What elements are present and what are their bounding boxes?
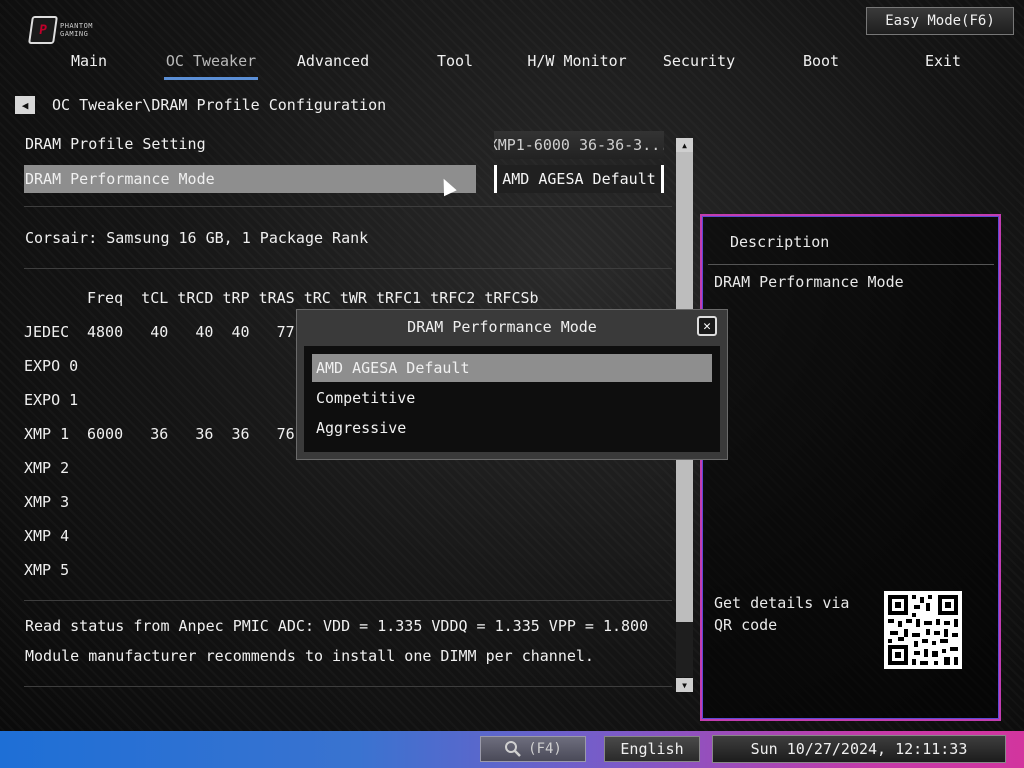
language-button[interactable]: English — [604, 736, 700, 762]
dialog-title: DRAM Performance Mode — [407, 318, 597, 336]
dram-performance-mode-value[interactable]: AMD AGESA Default — [494, 165, 664, 193]
dimm-recommendation: Module manufacturer recommends to instal… — [25, 647, 594, 665]
timing-row-name: JEDEC — [24, 323, 70, 341]
tab-tool[interactable]: Tool — [394, 50, 516, 82]
logo-mark-icon: P — [28, 16, 58, 44]
timing-row-name: XMP 2 — [24, 459, 70, 477]
search-icon — [505, 741, 522, 757]
tab-security[interactable]: Security — [638, 50, 760, 82]
setting-label-dram-profile[interactable]: DRAM Profile Setting — [25, 134, 206, 154]
timing-row-name: EXPO 0 — [24, 357, 79, 375]
description-title: Description — [730, 233, 830, 251]
divider — [24, 268, 672, 269]
close-icon[interactable]: ✕ — [697, 316, 717, 336]
tab-hw-monitor[interactable]: H/W Monitor — [516, 50, 638, 82]
search-shortcut-label: (F4) — [528, 741, 562, 757]
search-button[interactable]: (F4) — [480, 736, 586, 762]
option-competitive[interactable]: Competitive — [312, 384, 712, 412]
setting-label-dram-performance-mode[interactable]: DRAM Performance Mode — [25, 169, 215, 189]
timing-row-name: XMP 4 — [24, 527, 70, 545]
scroll-down-icon[interactable]: ▼ — [676, 678, 693, 692]
dimm-info: Corsair: Samsung 16 GB, 1 Package Rank — [25, 229, 369, 247]
logo-line1: PHANTOM — [60, 22, 94, 30]
timing-row-name: XMP 3 — [24, 493, 70, 511]
tab-exit[interactable]: Exit — [882, 50, 1004, 82]
breadcrumb: OC Tweaker\DRAM Profile Configuration — [52, 96, 387, 114]
qr-code-icon — [884, 591, 962, 669]
divider — [24, 206, 672, 207]
divider — [24, 686, 672, 687]
dram-profile-value[interactable]: XMP1-6000 36-36-3... — [494, 131, 664, 159]
pmic-status: Read status from Anpec PMIC ADC: VDD = 1… — [25, 617, 649, 635]
timing-row-name: EXPO 1 — [24, 391, 79, 409]
tab-advanced[interactable]: Advanced — [272, 50, 394, 82]
scroll-up-icon[interactable]: ▲ — [676, 138, 693, 152]
option-aggressive[interactable]: Aggressive — [312, 414, 712, 442]
timing-header: Freq tCL tRCD tRP tRAS tRC tWR tRFC1 tRF… — [87, 289, 539, 307]
tab-boot[interactable]: Boot — [760, 50, 882, 82]
qr-caption: Get details via QR code — [714, 594, 850, 634]
description-body: DRAM Performance Mode — [714, 273, 904, 291]
timing-row-name: XMP 1 — [24, 425, 70, 443]
timing-row-name: XMP 5 — [24, 561, 70, 579]
brand-logo: P PHANTOM GAMING — [28, 16, 105, 44]
main-nav: Main OC Tweaker Advanced Tool H/W Monito… — [28, 50, 1008, 82]
easy-mode-button[interactable]: Easy Mode(F6) — [866, 7, 1014, 35]
option-amd-agesa-default[interactable]: AMD AGESA Default — [312, 354, 712, 382]
back-arrow-icon[interactable]: ◀ — [15, 96, 35, 114]
divider — [24, 600, 672, 601]
tab-oc-tweaker[interactable]: OC Tweaker — [150, 50, 272, 82]
datetime-display: Sun 10/27/2024, 12:11:33 — [712, 735, 1006, 763]
timing-row-values: 6000 36 36 36 76 112 — [87, 425, 331, 443]
tab-main[interactable]: Main — [28, 50, 150, 82]
description-divider — [708, 264, 994, 265]
logo-line2: GAMING — [60, 30, 89, 38]
